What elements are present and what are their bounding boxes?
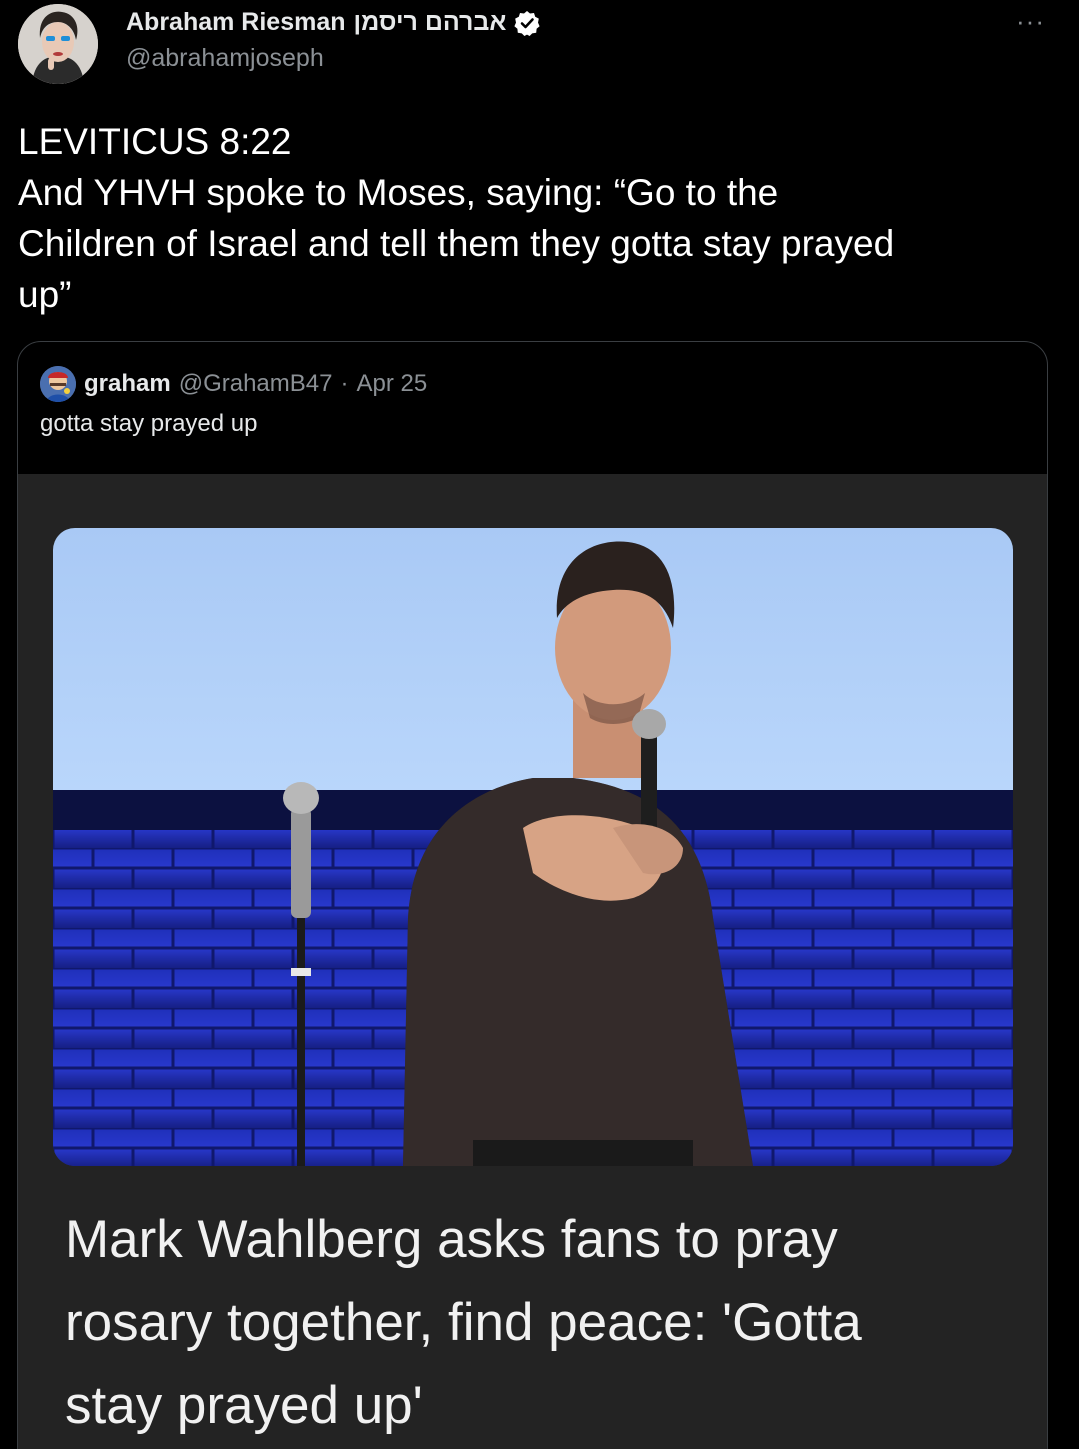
verified-badge-icon bbox=[514, 10, 541, 36]
headline-line: stay prayed up' bbox=[65, 1376, 423, 1435]
quoted-user-avatar[interactable] bbox=[40, 366, 76, 402]
avatar-image bbox=[18, 4, 98, 84]
author-hebrew-name: אברהם ריסמן bbox=[353, 8, 507, 36]
author-name[interactable]: Abraham Riesman bbox=[126, 8, 346, 37]
quoted-user-handle[interactable]: @GrahamB47 bbox=[179, 370, 333, 398]
headline-line: Mark Wahlberg asks fans to pray bbox=[65, 1210, 838, 1269]
article-headline[interactable]: Mark Wahlberg asks fans to pray rosary t… bbox=[65, 1198, 995, 1447]
tweet-text-line: up” bbox=[18, 274, 72, 315]
author-handle[interactable]: @abrahamjoseph bbox=[126, 44, 324, 73]
tweet-text-line: LEVITICUS 8:22 bbox=[18, 121, 292, 162]
link-card[interactable]: Mark Wahlberg asks fans to pray rosary t… bbox=[18, 474, 1047, 1449]
tweet-text: LEVITICUS 8:22 And YHVH spoke to Moses, … bbox=[18, 116, 1058, 320]
separator-dot: · bbox=[340, 370, 349, 397]
headline-line: rosary together, find peace: 'Gotta bbox=[65, 1293, 862, 1352]
author-name-line[interactable]: Abraham Riesman אברהם ריסמן bbox=[126, 8, 541, 37]
quoted-tweet[interactable]: graham @GrahamB47 · Apr 25 gotta stay pr… bbox=[17, 341, 1048, 1449]
more-options-icon[interactable]: ··· bbox=[1016, 6, 1045, 37]
tweet-text-line: And YHVH spoke to Moses, saying: “Go to … bbox=[18, 172, 779, 213]
quoted-tweet-text: gotta stay prayed up bbox=[40, 410, 258, 437]
author-avatar[interactable] bbox=[18, 4, 98, 84]
quoted-tweet-date[interactable]: Apr 25 bbox=[356, 370, 427, 398]
tweet: Abraham Riesman אברהם ריסמן @abrahamjose… bbox=[0, 0, 1079, 1449]
article-photo bbox=[53, 528, 1013, 1166]
quoted-tweet-header: graham @GrahamB47 · Apr 25 bbox=[40, 366, 427, 402]
photo-man-speaking-on-stage bbox=[53, 528, 1013, 1166]
quoted-user-name[interactable]: graham bbox=[84, 370, 171, 398]
tweet-text-line: Children of Israel and tell them they go… bbox=[18, 223, 895, 264]
